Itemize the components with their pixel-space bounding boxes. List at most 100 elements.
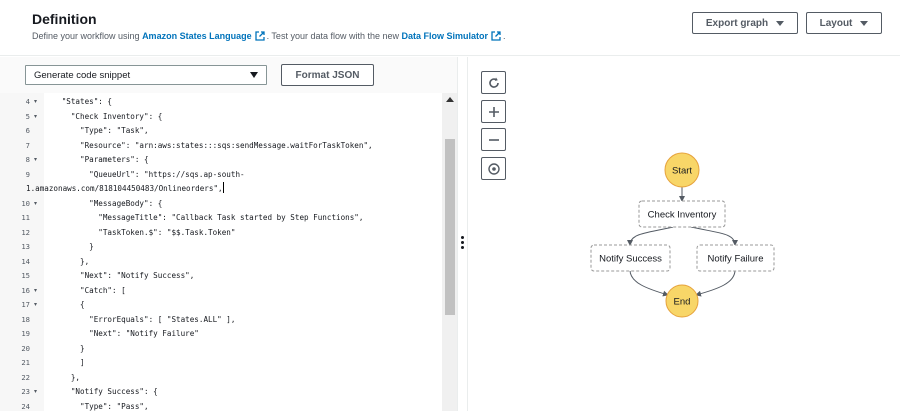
zoom-in-icon: [488, 106, 499, 117]
code-line[interactable]: "ErrorEquals": [ "States.ALL" ],: [48, 313, 235, 327]
panel-divider[interactable]: [457, 57, 468, 411]
code-line[interactable]: "QueueUrl": "https://sqs.ap-south-: [48, 168, 245, 182]
line-number: 9: [25, 169, 30, 179]
code-line[interactable]: ]: [48, 356, 85, 370]
code-line[interactable]: "Type": "Pass",: [48, 400, 149, 411]
start-label: Start: [672, 166, 692, 177]
code-line[interactable]: "Resource": "arn:aws:states:::sqs:sendMe…: [48, 139, 373, 153]
refresh-button[interactable]: [481, 71, 506, 94]
line-number: 11: [21, 213, 30, 222]
zoom-in-button[interactable]: [481, 100, 506, 123]
line-number: 8: [25, 155, 30, 164]
code-text: }: [48, 242, 94, 251]
layout-button[interactable]: Layout: [806, 12, 882, 34]
page-subtitle: Define your workflow using Amazon States…: [32, 31, 506, 41]
code-line[interactable]: "Next": "Notify Failure": [48, 327, 199, 341]
line-number: 15: [21, 271, 30, 280]
notify-success-node[interactable]: [590, 244, 671, 272]
code-panel: Generate code snippet Format JSON 4 ▾ "St…: [0, 57, 457, 411]
check-inventory-node[interactable]: [638, 200, 726, 228]
code-line[interactable]: },: [48, 371, 80, 385]
scroll-thumb[interactable]: [445, 139, 455, 315]
code-text: },: [48, 372, 81, 382]
line-number: 16: [21, 285, 30, 295]
code-text: "Notify Success": {: [48, 387, 158, 396]
code-line[interactable]: "Next": "Notify Success",: [48, 269, 194, 283]
code-text: "MessageTitle": "Callback Task started b…: [48, 213, 364, 222]
code-line[interactable]: "Parameters": {: [48, 153, 149, 167]
code-text: ]: [48, 358, 85, 367]
graph-panel: Start Check Inventory Notify Success Not…: [468, 57, 900, 411]
code-line[interactable]: }: [48, 240, 94, 254]
fold-toggle-icon[interactable]: ▾: [34, 298, 37, 312]
edge-success-end: [629, 269, 669, 297]
check-inventory-label: Check Inventory: [648, 210, 717, 221]
line-number: 6: [25, 126, 30, 135]
line-number: 4: [25, 97, 30, 106]
code-line[interactable]: "Notify Success": {: [48, 385, 158, 399]
notify-failure-label: Notify Failure: [708, 254, 764, 265]
line-number: 17: [21, 300, 30, 309]
drag-handle-icon[interactable]: [461, 236, 464, 251]
code-editor[interactable]: 4 ▾ "States": { 5 ▾ "Check Inventory": { 6 "…: [0, 93, 457, 411]
fold-toggle-icon[interactable]: ▾: [34, 153, 37, 167]
fold-toggle-icon[interactable]: ▾: [34, 95, 37, 109]
chevron-down-icon: [250, 72, 258, 78]
format-json-button[interactable]: Format JSON: [281, 64, 374, 86]
code-line[interactable]: {: [48, 298, 85, 312]
definition-header: Definition Define your workflow using Am…: [0, 0, 900, 56]
code-line[interactable]: }: [48, 342, 85, 356]
line-number: 10: [21, 198, 30, 208]
center-button[interactable]: [481, 157, 506, 180]
code-line[interactable]: "Catch": [: [48, 284, 126, 298]
scroll-up-icon[interactable]: [446, 97, 454, 102]
line-number: 12: [21, 227, 30, 237]
line-number: 20: [21, 343, 30, 353]
code-line[interactable]: "States": {: [48, 95, 112, 109]
zoom-out-button[interactable]: [481, 128, 506, 151]
code-text: "QueueUrl": "https://sqs.ap-south-: [48, 169, 245, 179]
center-icon: [487, 162, 500, 175]
line-number: 18: [21, 314, 30, 324]
code-text: "Parameters": {: [48, 155, 149, 164]
code-line[interactable]: "MessageBody": {: [48, 197, 162, 211]
line-number: 23: [21, 387, 30, 396]
code-line[interactable]: "Check Inventory": {: [48, 110, 162, 124]
code-line[interactable]: },: [48, 255, 89, 269]
code-line[interactable]: "Type": "Task",: [48, 124, 149, 138]
page-title: Definition: [32, 11, 97, 27]
subtitle-text-1: Define your workflow using: [32, 31, 143, 41]
code-line[interactable]: "TaskToken.$": "$$.Task.Token": [48, 226, 235, 240]
code-line[interactable]: 1.amazonaws.com/818104450483/Onlineorder…: [26, 182, 224, 196]
fold-toggle-icon[interactable]: ▾: [34, 197, 37, 211]
fold-toggle-icon[interactable]: ▾: [34, 110, 37, 124]
line-number: 5: [25, 111, 30, 121]
editor-scrollbar[interactable]: [442, 93, 457, 411]
external-link-icon[interactable]: [254, 31, 265, 41]
line-number: 7: [25, 140, 30, 150]
start-node[interactable]: [664, 152, 700, 188]
workflow-graph: Start Check Inventory Notify Success Not…: [590, 152, 775, 318]
text-cursor: [222, 182, 224, 193]
external-link-icon[interactable]: [491, 31, 501, 41]
code-text: "States": {: [48, 97, 113, 106]
fold-toggle-icon[interactable]: ▾: [34, 284, 37, 298]
code-line[interactable]: "MessageTitle": "Callback Task started b…: [48, 211, 363, 225]
line-number: 13: [21, 242, 30, 251]
edge-failure-end: [695, 269, 736, 297]
code-text: "Type": "Task",: [48, 126, 149, 135]
export-graph-button[interactable]: Export graph: [692, 12, 798, 34]
end-node[interactable]: [665, 284, 699, 318]
refresh-icon: [488, 77, 499, 88]
notify-failure-node[interactable]: [696, 244, 775, 272]
code-text: "Resource": "arn:aws:states:::sqs:sendMe…: [48, 140, 373, 150]
generate-snippet-select[interactable]: Generate code snippet: [25, 65, 267, 85]
code-text: "Catch": [: [48, 285, 126, 295]
snippet-select-value: Generate code snippet: [34, 69, 131, 81]
subtitle-text-2: . Test your data flow with the new: [266, 31, 402, 41]
simulator-link[interactable]: Data Flow Simulator: [402, 31, 489, 41]
layout-label: Layout: [819, 17, 853, 29]
export-graph-label: Export graph: [705, 17, 769, 29]
fold-toggle-icon[interactable]: ▾: [34, 385, 37, 399]
asl-link[interactable]: Amazon States Language: [142, 31, 252, 41]
